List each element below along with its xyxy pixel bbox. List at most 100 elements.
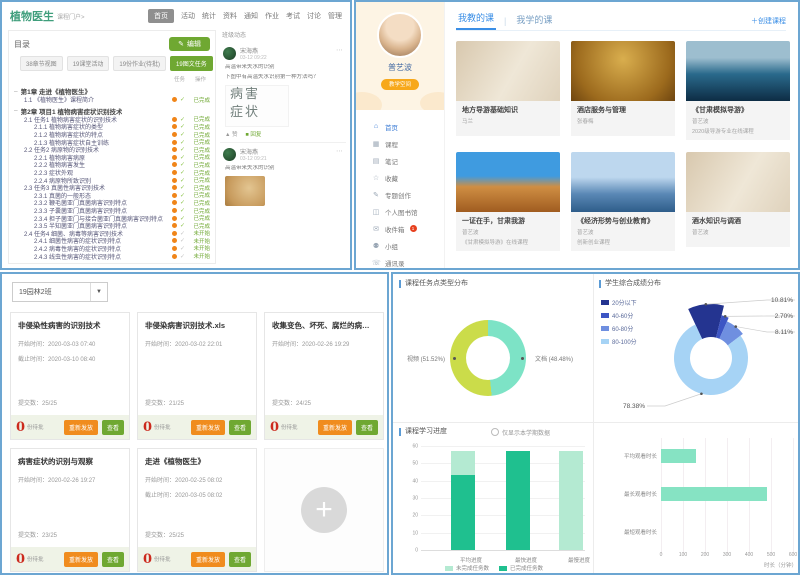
course-nav-tab[interactable]: 作业 — [265, 11, 279, 21]
course-portal-link[interactable]: 课程门户> — [57, 12, 85, 21]
feed-item[interactable]: ⋯宋海燕03-12 09:21高温带来失水的识别 — [220, 142, 346, 212]
toc-filter-tab[interactable]: 19图文任务 — [170, 56, 213, 71]
course-card[interactable]: 一证在手，甘肃我游普艺波《甘肃模拟导游》在线课程 — [456, 152, 560, 251]
radio-icon[interactable] — [491, 428, 499, 436]
toc-filter-tab[interactable]: 38章节视图 — [20, 56, 63, 71]
course-title: 一证在手，甘肃我游 — [462, 216, 554, 226]
sidebar-item-course[interactable]: ▦课程 — [356, 135, 444, 152]
course-nav-tab[interactable]: 首页 — [148, 9, 174, 23]
sidebar-item-label: 个人图书馆 — [385, 207, 418, 217]
sidebar-item-create[interactable]: ✎专题创作 — [356, 186, 444, 203]
bar-segment-done — [451, 475, 475, 550]
edit-button[interactable]: ✎ 编辑 — [169, 37, 210, 51]
course-nav-tab[interactable]: 讨论 — [307, 11, 321, 21]
toc-filter-tab[interactable]: 19份作业(待批) — [113, 56, 166, 71]
homework-card[interactable]: 非侵染性病害的识别技术开始时间：2020-03-03 07:40截止时间：202… — [10, 312, 130, 440]
chevron-down-icon[interactable]: ▼ — [90, 283, 107, 301]
course-nav-tab[interactable]: 管理 — [328, 11, 342, 21]
reissue-button[interactable]: 重新发放 — [318, 420, 352, 435]
course-nav-tab[interactable]: 通知 — [244, 11, 258, 21]
course-nav-tab[interactable]: 统计 — [202, 11, 216, 21]
reissue-button[interactable]: 重新发放 — [191, 552, 225, 567]
course-card[interactable]: 酒店服务与管理张春梅 — [571, 41, 675, 140]
sidebar-item-home[interactable]: ⌂首页 — [356, 118, 444, 135]
course-card[interactable]: 地方导游基础知识马兰 — [456, 41, 560, 140]
homework-title: 走进《植物医生》 — [145, 456, 249, 467]
reply-button[interactable]: ■ 回复 — [245, 130, 261, 138]
taskpoint-dot — [172, 155, 177, 160]
leader-dot — [734, 325, 737, 328]
sidebar-item-inbox[interactable]: ✉收件箱1 — [356, 220, 444, 237]
homework-card[interactable]: 病害症状的识别与观察开始时间：2020-02-26 19:27提交数：23/25… — [10, 448, 130, 572]
class-select[interactable]: 19园林2班 ▼ — [12, 282, 108, 302]
view-button[interactable]: 查看 — [356, 420, 378, 435]
feed-attachment-image[interactable]: 病害症状 — [225, 85, 289, 127]
view-button[interactable]: 查看 — [229, 552, 251, 567]
homework-title: 病害症状的识别与观察 — [18, 456, 122, 467]
course-card[interactable]: 酒水知识与调酒普艺波 — [686, 152, 790, 251]
semester-toggle[interactable]: 仅显示本学期数据 — [481, 428, 550, 437]
status-label[interactable]: 已完成 — [188, 96, 210, 104]
feed-item[interactable]: ⋯宋海燕03-12 09:22高温带来失水的识别下图中有高温失水识别第一种方法吗… — [220, 42, 346, 142]
tab-my-teaching[interactable]: 我教的课 — [456, 11, 496, 30]
collapse-icon[interactable]: – — [14, 107, 18, 114]
toc-filter-tab[interactable]: 19课堂活动 — [67, 56, 110, 71]
course-nav-tab[interactable]: 活动 — [181, 11, 195, 21]
sidebar-item-note[interactable]: ▤笔记 — [356, 152, 444, 169]
homework-card[interactable]: 收集变色、坏死、腐烂的病材图 …开始时间：2020-02-26 19:29提交数… — [264, 312, 384, 440]
tree-row[interactable]: 1.1 《植物医生》课程简介✓已完成 — [14, 96, 210, 104]
taskpoint-dot — [172, 200, 177, 205]
reissue-button[interactable]: 重新发放 — [64, 420, 98, 435]
check-icon: ✓ — [180, 192, 185, 199]
view-button[interactable]: 查看 — [102, 420, 124, 435]
more-icon[interactable]: ⋯ — [336, 147, 343, 155]
pencil-icon: ✎ — [178, 40, 184, 48]
collapse-icon[interactable]: – — [14, 88, 18, 95]
toc-label: 目录 — [14, 39, 30, 50]
course-nav-tab[interactable]: 资料 — [223, 11, 237, 21]
progress-legend: 未完成任务数已完成任务数 — [401, 564, 587, 572]
tasktype-donut-chart — [450, 320, 526, 396]
teaching-space-panel: 普艺波 教学空间 ⌂首页▦课程▤笔记☆收藏✎专题创作◫个人图书馆✉收件箱1 ⚉ 小组… — [354, 0, 800, 270]
view-button[interactable]: 查看 — [102, 552, 124, 567]
toc-bar: 目录 ✎ 编辑 — [14, 35, 210, 53]
group-icon: ⚉ — [372, 242, 380, 250]
course-card[interactable]: 《经济形势与创业教育》普艺波创新创业课程 — [571, 152, 675, 251]
course-card-grid: 地方导游基础知识马兰酒店服务与管理张春梅《甘肃模拟导游》普艺波2020级导游专业… — [456, 41, 786, 251]
course-card[interactable]: 《甘肃模拟导游》普艺波2020级导游专业在线课程 — [686, 41, 790, 140]
homework-card[interactable]: 走进《植物医生》开始时间：2020-02-25 08:02截止时间：2020-0… — [137, 448, 257, 572]
homework-card-footer: 0份待批重新发放查看 — [11, 415, 129, 439]
reissue-button[interactable]: 重新发放 — [64, 552, 98, 567]
taskpoint-dot — [172, 254, 177, 259]
sidebar-item-label: 笔记 — [385, 156, 398, 166]
feed-avatar — [223, 148, 236, 161]
sidebar-item-star[interactable]: ☆收藏 — [356, 169, 444, 186]
feed-attachment-image[interactable] — [225, 176, 265, 206]
profile-card: 普艺波 教学空间 — [356, 2, 444, 110]
role-badge[interactable]: 教学空间 — [381, 79, 419, 90]
like-button[interactable]: ▲ 赞 — [225, 130, 237, 138]
check-icon: ✓ — [180, 237, 185, 244]
status-label[interactable]: 未开始 — [188, 252, 210, 260]
homework-card[interactable]: 非侵染病害识别技术.xls开始时间：2020-03-02 22:01提交数：21… — [137, 312, 257, 440]
sidebar-item-contacts[interactable]: ☏通讯录 — [356, 254, 444, 270]
tree-row[interactable]: 2.4.3 线虫性病害的症状识别特点✓未开始 — [14, 252, 210, 260]
sidebar-item-library[interactable]: ◫个人图书馆 — [356, 203, 444, 220]
tab-my-learning[interactable]: 我学的课 — [514, 13, 554, 30]
view-button[interactable]: 查看 — [229, 420, 251, 435]
add-homework-card[interactable]: + — [264, 448, 384, 572]
sidebar-item-label: 小组 — [385, 241, 398, 251]
course-subtitle: 《甘肃模拟导游》在线课程 — [462, 238, 554, 246]
reissue-button[interactable]: 重新发放 — [191, 420, 225, 435]
course-teacher: 普艺波 — [462, 228, 554, 236]
homework-card-footer: 0份待批重新发放查看 — [265, 415, 383, 439]
gridline — [771, 476, 772, 516]
pie-label-left: 视频 (51.52%) — [395, 354, 445, 363]
create-course-link[interactable]: ＋创建课程 — [751, 16, 786, 30]
more-icon[interactable]: ⋯ — [336, 46, 343, 54]
sidebar-item-group[interactable]: ⚉ 小组 — [356, 237, 444, 254]
check-icon: ✓ — [180, 184, 185, 191]
avatar[interactable] — [377, 12, 423, 58]
course-nav-tab[interactable]: 考试 — [286, 11, 300, 21]
homework-title: 非侵染性病害的识别技术 — [18, 320, 122, 331]
